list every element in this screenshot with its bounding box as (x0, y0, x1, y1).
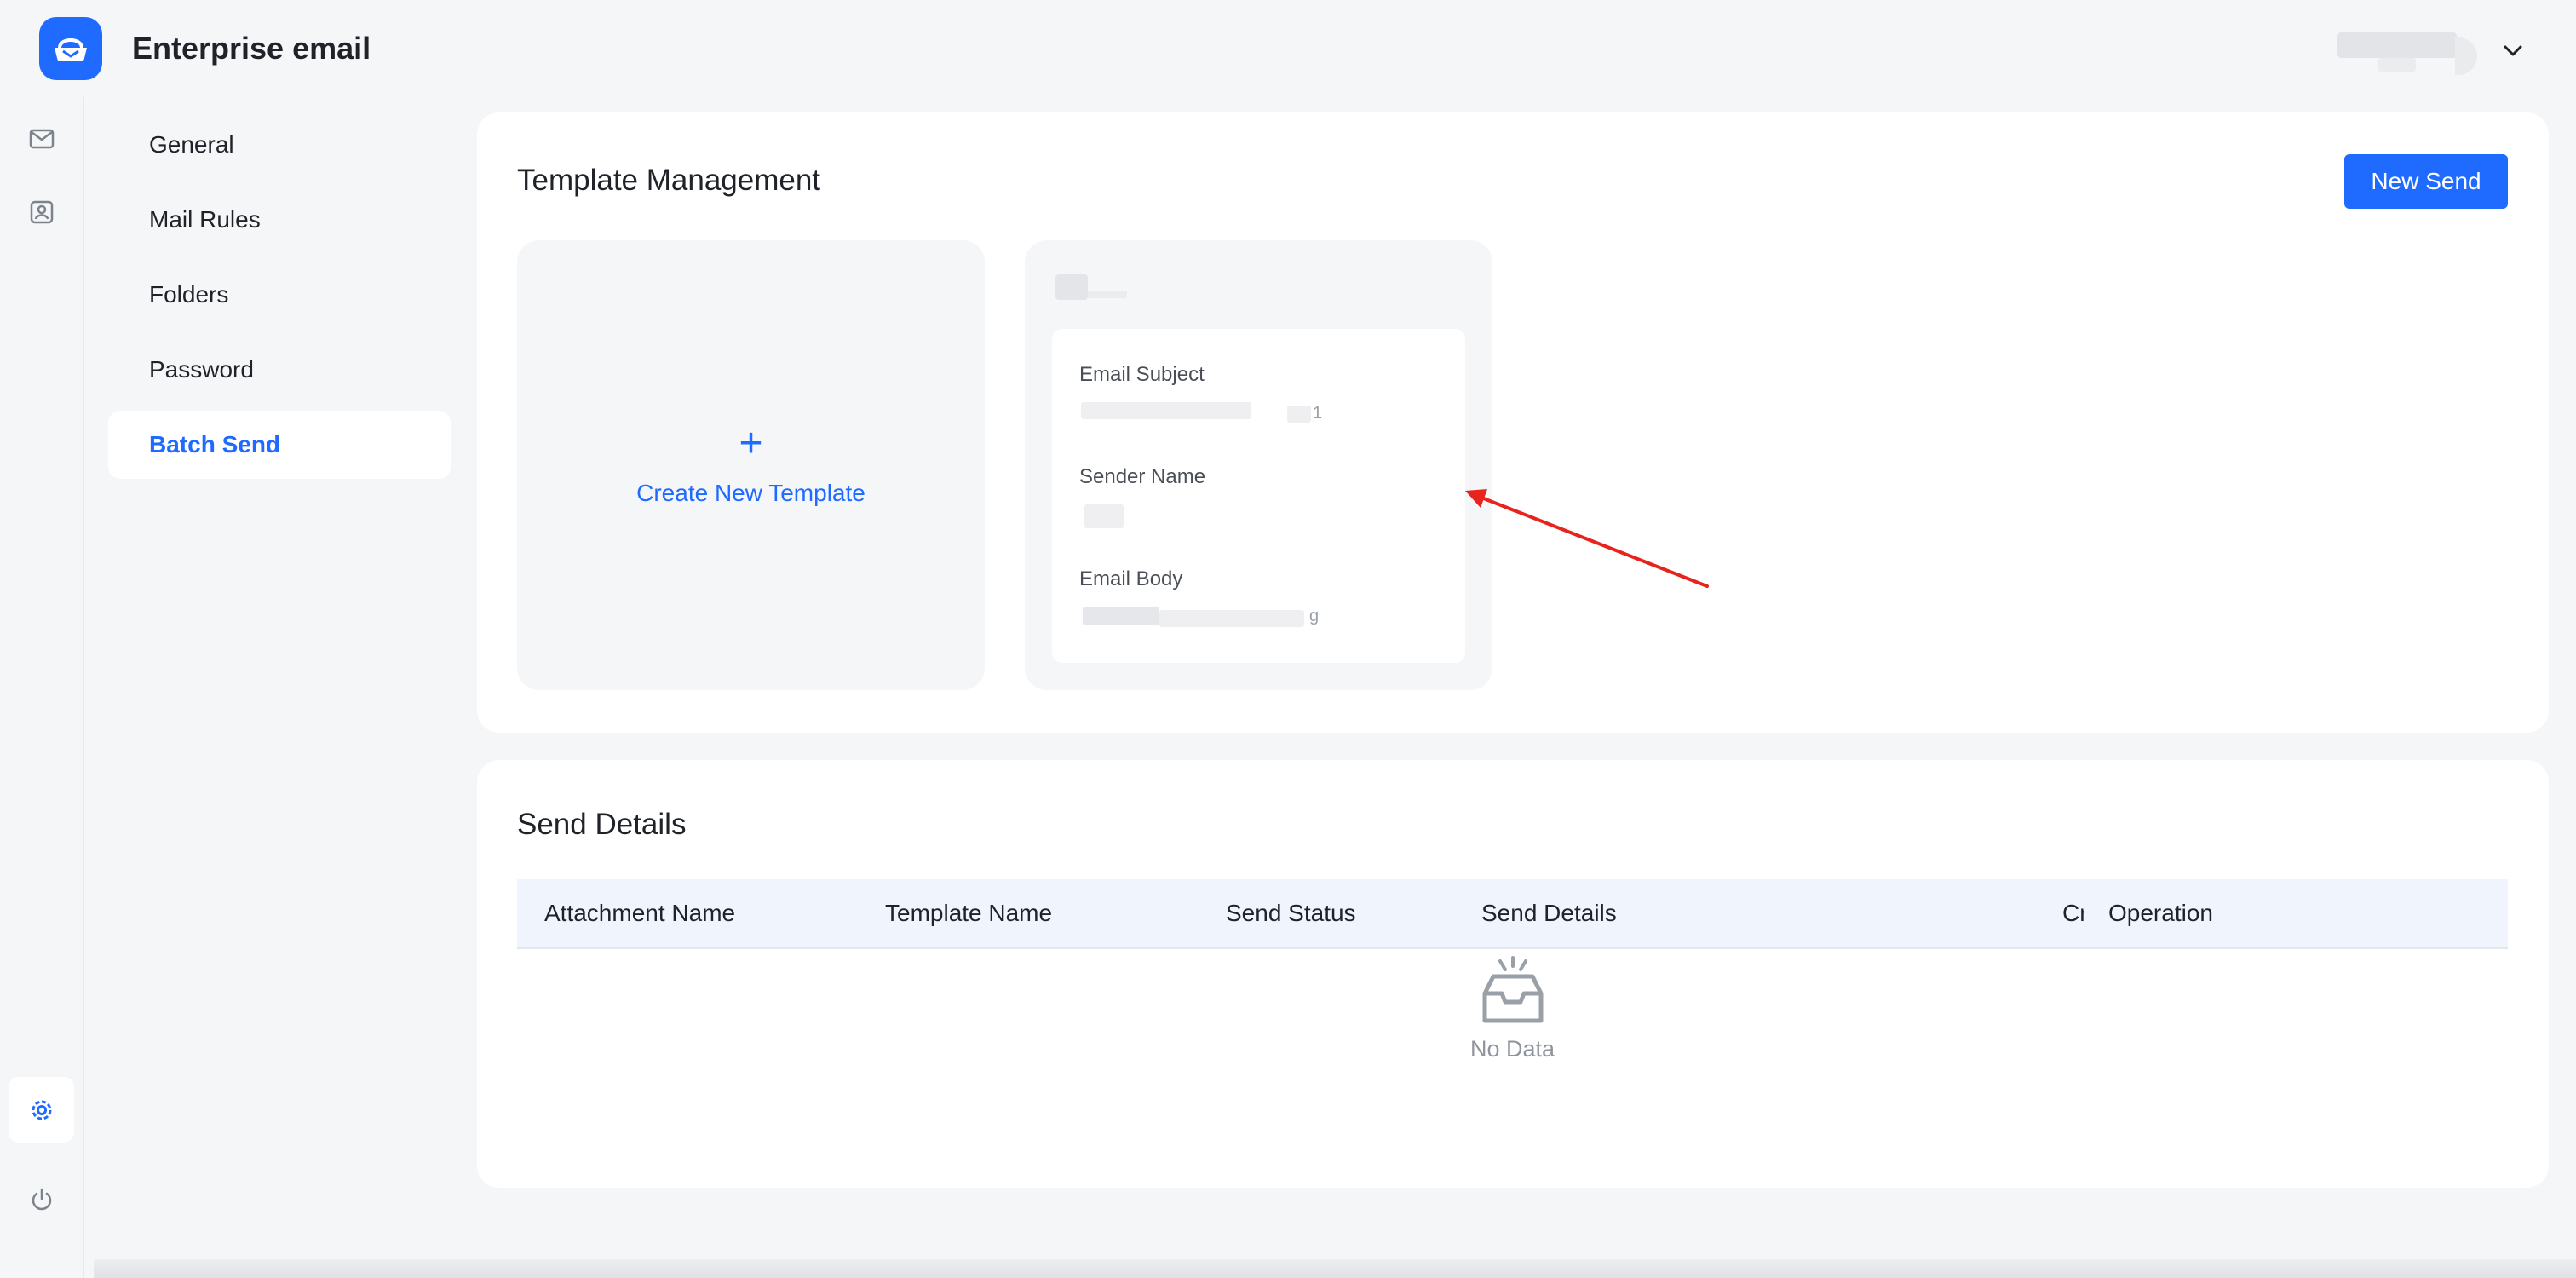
icon-rail (0, 97, 84, 1278)
template-management-card: Template Management New Send + Create Ne… (477, 112, 2549, 733)
template-card[interactable]: Email Subject 1 Sender Name Email Body g (1025, 240, 1492, 690)
email-subject-tail: 1 (1313, 404, 1323, 423)
create-template-label: Create New Template (636, 480, 865, 506)
window-bottom-edge (94, 1259, 2576, 1278)
create-template-card[interactable]: + Create New Template (517, 240, 985, 690)
nav-item-folders[interactable]: Folders (108, 261, 451, 329)
empty-inbox-icon (1482, 956, 1543, 1023)
column-header-template-name[interactable]: Template Name (885, 879, 1052, 947)
user-menu[interactable] (2278, 26, 2576, 77)
nav-item-label: Password (149, 356, 254, 383)
column-header-created[interactable]: Cr (2062, 879, 2084, 947)
app-title: Enterprise email (132, 31, 371, 66)
mail-icon (29, 129, 55, 149)
nav-item-password[interactable]: Password (108, 336, 451, 404)
plus-icon: + (739, 421, 763, 466)
nav-item-label: Mail Rules (149, 206, 261, 233)
send-details-card: Send Details Attachment Name Template Na… (477, 760, 2549, 1188)
email-body-label: Email Body (1079, 567, 1183, 590)
email-body-tail: g (1309, 607, 1320, 625)
nav-item-mail-rules[interactable]: Mail Rules (108, 186, 451, 254)
sender-name-label: Sender Name (1079, 465, 1206, 488)
contacts-icon (30, 200, 54, 224)
settings-nav: General Mail Rules Folders Password Batc… (108, 111, 451, 486)
logout-button[interactable] (19, 1177, 65, 1223)
user-name-redacted (2337, 32, 2457, 58)
settings-gear-icon (32, 1100, 51, 1120)
new-send-button[interactable]: New Send (2344, 154, 2508, 209)
email-subject-label: Email Subject (1079, 363, 1205, 386)
annotation-arrow (1465, 489, 1709, 588)
chevron-down-icon[interactable] (2498, 36, 2528, 66)
nav-item-label: General (149, 131, 234, 158)
nav-item-label: Folders (149, 281, 229, 308)
column-header-operation[interactable]: Operation (2108, 879, 2213, 947)
nav-item-general[interactable]: General (108, 111, 451, 179)
top-header: Enterprise email (0, 0, 2576, 97)
template-management-title: Template Management (517, 164, 821, 197)
column-header-attachment-name[interactable]: Attachment Name (544, 879, 735, 947)
template-preview: Email Subject 1 Sender Name Email Body g (1052, 329, 1465, 663)
app-logo-icon[interactable] (39, 17, 102, 80)
sender-name-value-redacted (1084, 504, 1124, 528)
empty-state: No Data (517, 956, 2508, 1118)
column-header-send-details[interactable]: Send Details (1481, 879, 1617, 947)
contacts-nav-button[interactable] (19, 189, 65, 235)
column-header-send-status[interactable]: Send Status (1226, 879, 1356, 947)
mail-nav-button[interactable] (19, 116, 65, 162)
settings-nav-button[interactable] (9, 1077, 74, 1143)
template-name-redacted (1055, 274, 1088, 300)
empty-state-label: No Data (1469, 1036, 1555, 1062)
email-body-value-redacted (1083, 607, 1159, 625)
avatar[interactable] (2455, 37, 2477, 75)
power-icon (32, 1188, 52, 1211)
user-name-redacted (2378, 58, 2416, 72)
nav-item-label: Batch Send (149, 431, 281, 458)
email-subject-value-redacted (1287, 406, 1311, 423)
email-body-value-redacted (1159, 610, 1304, 627)
table-header: Attachment Name Template Name Send Statu… (517, 879, 2508, 949)
template-name-redacted (1088, 291, 1127, 298)
send-details-title: Send Details (517, 808, 687, 841)
email-subject-value-redacted (1081, 402, 1251, 419)
nav-item-batch-send[interactable]: Batch Send (108, 411, 451, 479)
